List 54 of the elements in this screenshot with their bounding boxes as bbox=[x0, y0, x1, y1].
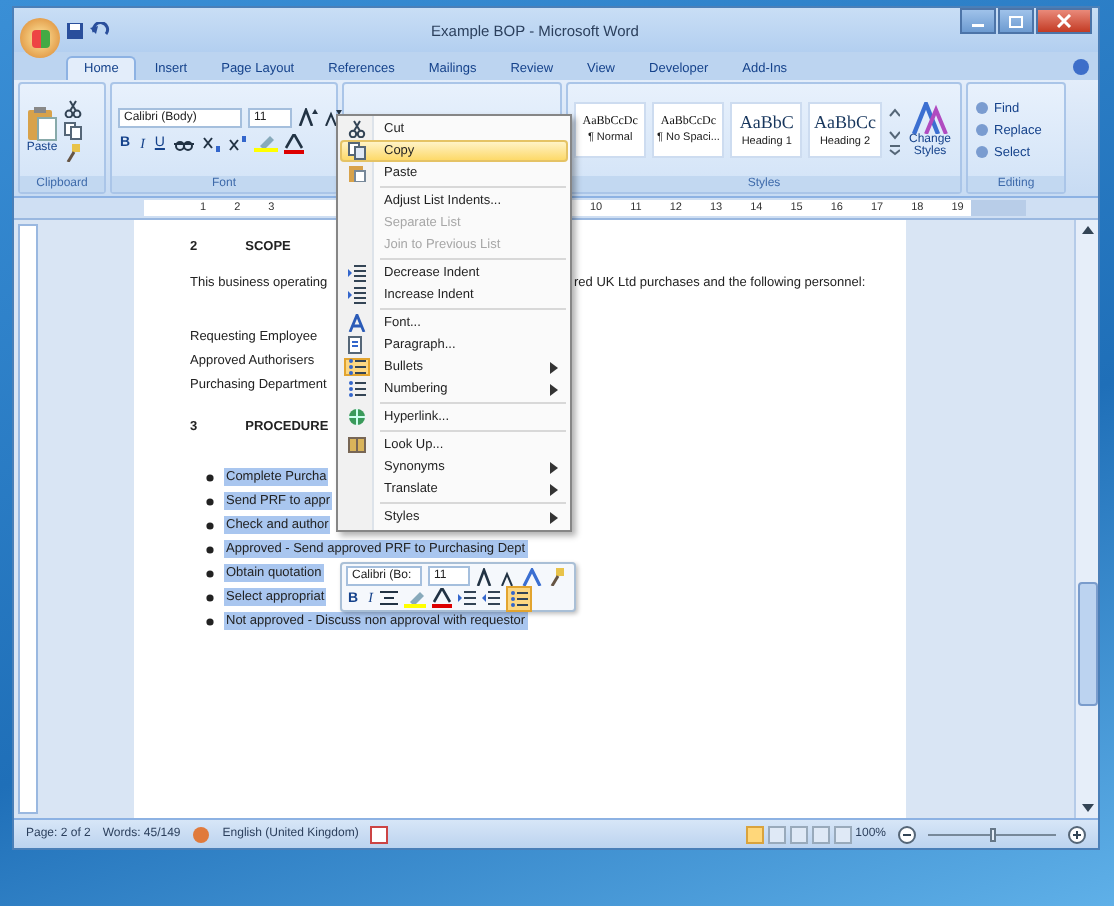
close-icon bbox=[1056, 14, 1072, 28]
indent-icon[interactable] bbox=[458, 590, 477, 606]
brush-icon[interactable] bbox=[548, 567, 566, 585]
bullet-icon bbox=[206, 593, 214, 601]
grow-font-icon[interactable] bbox=[298, 108, 318, 126]
dot-icon bbox=[974, 100, 990, 116]
bullet-icon bbox=[206, 545, 214, 553]
font-color-icon[interactable] bbox=[284, 133, 305, 153]
scrollbar-thumb[interactable] bbox=[1077, 582, 1097, 706]
styles-icon[interactable] bbox=[522, 567, 542, 585]
bullet-icon bbox=[206, 569, 214, 577]
vertical-scrollbar[interactable] bbox=[1074, 220, 1098, 818]
center-align-icon[interactable] bbox=[380, 590, 399, 606]
scissors-icon[interactable] bbox=[64, 99, 82, 117]
bullet-icon bbox=[206, 521, 214, 529]
indent-icon[interactable] bbox=[482, 590, 501, 606]
subscript-icon[interactable] bbox=[202, 135, 223, 151]
bullets-button[interactable] bbox=[506, 585, 533, 611]
clipboard-icon bbox=[348, 164, 366, 182]
scissors-icon bbox=[348, 120, 366, 138]
dot-icon bbox=[974, 144, 990, 160]
zoom-slider-thumb[interactable] bbox=[989, 827, 995, 841]
font-color-icon[interactable] bbox=[432, 588, 453, 608]
shrink-font-icon[interactable] bbox=[500, 567, 516, 585]
indent-icon bbox=[348, 264, 366, 282]
dot-icon bbox=[974, 122, 990, 138]
undo-icon[interactable] bbox=[90, 21, 110, 39]
book-icon bbox=[348, 436, 366, 454]
globe-icon bbox=[348, 408, 366, 426]
brush-icon[interactable] bbox=[64, 143, 82, 161]
bullet-icon bbox=[206, 497, 214, 505]
shrink-font-icon[interactable] bbox=[324, 108, 342, 126]
copy-icon bbox=[348, 142, 366, 160]
minimize-button[interactable] bbox=[960, 8, 996, 34]
bullet-icon bbox=[206, 473, 214, 481]
letter-icon bbox=[348, 314, 366, 332]
zoom-in-icon[interactable] bbox=[1068, 825, 1086, 843]
maximize-icon bbox=[1008, 15, 1024, 27]
paragraph-icon bbox=[348, 336, 366, 354]
list-icon bbox=[348, 358, 366, 376]
grow-font-icon[interactable] bbox=[476, 567, 494, 585]
scroll-down-icon[interactable] bbox=[1079, 802, 1095, 814]
gallery-scroll-icon[interactable] bbox=[887, 104, 901, 156]
indent-icon bbox=[348, 286, 366, 304]
submenu-arrow-icon bbox=[550, 511, 558, 523]
save-icon[interactable] bbox=[66, 21, 84, 39]
list-icon bbox=[348, 380, 366, 398]
bullet-icon bbox=[206, 617, 214, 625]
superscript-icon[interactable] bbox=[228, 135, 249, 151]
zoom-out-icon[interactable] bbox=[898, 825, 916, 843]
close-button[interactable] bbox=[1036, 8, 1092, 34]
scroll-up-icon[interactable] bbox=[1079, 224, 1095, 236]
maximize-button[interactable] bbox=[998, 8, 1034, 34]
copy-icon[interactable] bbox=[64, 121, 82, 139]
